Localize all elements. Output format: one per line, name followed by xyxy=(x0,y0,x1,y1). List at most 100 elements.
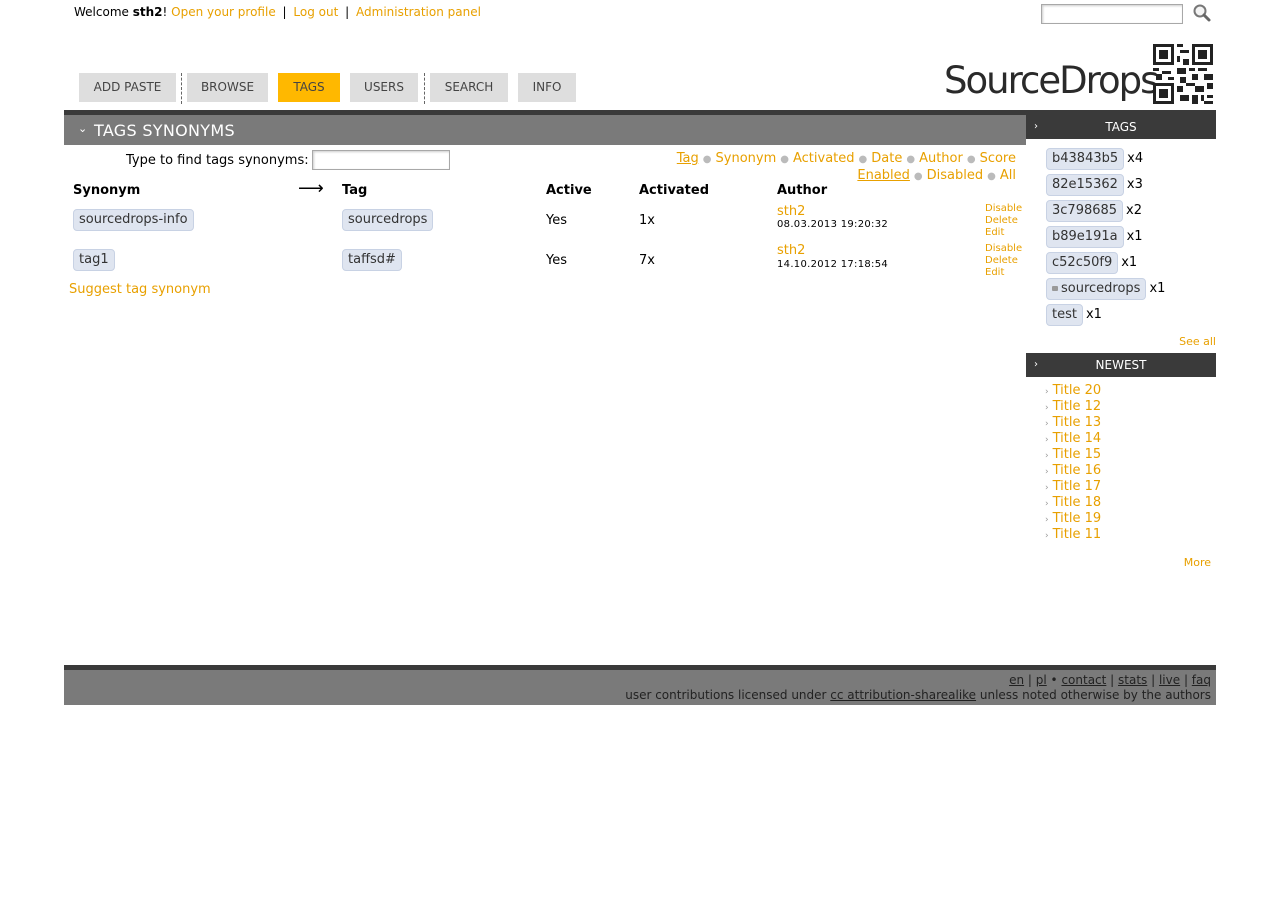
disable-link[interactable]: Disable xyxy=(985,243,1022,255)
sidebar-tag[interactable]: test xyxy=(1046,304,1083,326)
row-actions: Disable Delete Edit xyxy=(985,243,1022,279)
welcome-text: Welcome xyxy=(74,5,133,19)
sidebar-tag-item: b43843b5 x4 xyxy=(1046,148,1143,170)
search-input[interactable] xyxy=(1041,4,1183,24)
sort-date-link[interactable]: Date xyxy=(871,151,902,166)
synonym-tag[interactable]: tag1 xyxy=(73,249,115,271)
filter-enabled-link[interactable]: Enabled xyxy=(857,168,910,183)
newest-link[interactable]: Title 19 xyxy=(1053,511,1102,526)
bullet-separator: ● xyxy=(966,154,976,165)
chevron-down-icon[interactable]: ⌄ xyxy=(78,122,87,135)
tag-count: x2 xyxy=(1126,203,1143,218)
sort-tag-link[interactable]: Tag xyxy=(677,151,699,166)
faq-link[interactable]: faq xyxy=(1192,673,1211,687)
license-prefix: user contributions licensed under xyxy=(625,688,831,702)
list-item: › Title 13 xyxy=(1045,415,1101,431)
sidebar-tag[interactable]: b43843b5 xyxy=(1046,148,1125,170)
nav-divider xyxy=(181,73,182,104)
separator: | xyxy=(282,5,287,19)
sidebar-tag-item: 3c798685 x2 xyxy=(1046,200,1142,222)
filter-all-link[interactable]: All xyxy=(1000,168,1016,183)
search-button[interactable] xyxy=(1192,3,1212,23)
newest-link[interactable]: Title 18 xyxy=(1053,495,1102,510)
user-bar: Welcome sth2! Open your profile | Log ou… xyxy=(74,5,481,19)
tab-browse[interactable]: BROWSE xyxy=(187,73,268,102)
bullet-separator: ● xyxy=(702,154,712,165)
more-newest-link[interactable]: More xyxy=(1184,556,1211,569)
list-item: › Title 16 xyxy=(1045,463,1101,479)
edit-link[interactable]: Edit xyxy=(985,227,1022,239)
sort-score-link[interactable]: Score xyxy=(980,151,1016,166)
tag-count: x4 xyxy=(1127,151,1144,166)
list-item: › Title 14 xyxy=(1045,431,1101,447)
list-item: › Title 17 xyxy=(1045,479,1101,495)
live-link[interactable]: live xyxy=(1159,673,1180,687)
lang-en-link[interactable]: en xyxy=(1009,673,1024,687)
sidebar-tag[interactable]: b89e191a xyxy=(1046,226,1124,248)
open-profile-link[interactable]: Open your profile xyxy=(171,5,276,19)
list-item: › Title 12 xyxy=(1045,399,1101,415)
logout-link[interactable]: Log out xyxy=(293,5,338,19)
tab-tags[interactable]: TAGS xyxy=(278,73,340,102)
column-header-active: Active xyxy=(546,183,592,198)
tab-add-paste[interactable]: ADD PASTE xyxy=(79,73,176,102)
username: sth2 xyxy=(132,5,163,19)
bullet-separator: ● xyxy=(858,154,868,165)
sidebar-tag[interactable]: 82e15362 xyxy=(1046,174,1124,196)
sort-author-link[interactable]: Author xyxy=(919,151,963,166)
column-header-activated: Activated xyxy=(639,183,710,198)
edit-link[interactable]: Edit xyxy=(985,267,1022,279)
newest-link[interactable]: Title 20 xyxy=(1053,383,1102,398)
site-logo[interactable]: SourceDrops xyxy=(944,58,1159,104)
tag-count: x1 xyxy=(1149,281,1166,296)
delete-link[interactable]: Delete xyxy=(985,255,1022,267)
tab-users[interactable]: USERS xyxy=(350,73,418,102)
chevron-right-icon: › xyxy=(1045,419,1049,429)
newest-link[interactable]: Title 14 xyxy=(1053,431,1102,446)
newest-link[interactable]: Title 11 xyxy=(1053,527,1102,542)
synonym-tag[interactable]: sourcedrops-info xyxy=(73,209,194,231)
contact-link[interactable]: contact xyxy=(1061,673,1106,687)
stats-link[interactable]: stats xyxy=(1118,673,1147,687)
sidebar-tags-title: TAGS xyxy=(1105,120,1137,134)
find-synonyms-input[interactable] xyxy=(312,150,450,170)
target-tag[interactable]: taffsd# xyxy=(342,249,402,271)
chevron-right-icon[interactable]: › xyxy=(1034,353,1038,377)
admin-panel-link[interactable]: Administration panel xyxy=(356,5,481,19)
newest-link[interactable]: Title 12 xyxy=(1053,399,1102,414)
newest-link[interactable]: Title 13 xyxy=(1053,415,1102,430)
chevron-right-icon[interactable]: › xyxy=(1034,115,1038,139)
sidebar-newest-header: › NEWEST xyxy=(1026,353,1216,377)
sort-synonym-link[interactable]: Synonym xyxy=(716,151,777,166)
license-link[interactable]: cc attribution-sharealike xyxy=(830,688,976,702)
author-link[interactable]: sth2 xyxy=(777,243,805,258)
author-link[interactable]: sth2 xyxy=(777,204,805,219)
activated-value: 7x xyxy=(639,253,655,268)
delete-link[interactable]: Delete xyxy=(985,215,1022,227)
qr-code-icon xyxy=(1153,44,1213,104)
chevron-right-icon: › xyxy=(1045,467,1049,477)
sidebar-tag[interactable]: sourcedrops xyxy=(1046,278,1147,300)
filter-disabled-link[interactable]: Disabled xyxy=(927,168,983,183)
lang-pl-link[interactable]: pl xyxy=(1036,673,1047,687)
lock-icon xyxy=(1052,286,1058,291)
suggest-tag-synonym-link[interactable]: Suggest tag synonym xyxy=(69,282,211,297)
sidebar-tag-item: b89e191a x1 xyxy=(1046,226,1143,248)
tab-info[interactable]: INFO xyxy=(518,73,576,102)
activated-value: 1x xyxy=(639,213,655,228)
sort-activated-link[interactable]: Activated xyxy=(793,151,855,166)
active-value: Yes xyxy=(546,213,567,228)
target-tag[interactable]: sourcedrops xyxy=(342,209,434,231)
list-item: › Title 11 xyxy=(1045,527,1101,543)
newest-link[interactable]: Title 15 xyxy=(1053,447,1102,462)
see-all-tags-link[interactable]: See all xyxy=(1179,335,1216,348)
newest-link[interactable]: Title 16 xyxy=(1053,463,1102,478)
tab-search[interactable]: SEARCH xyxy=(430,73,508,102)
nav-divider xyxy=(424,73,425,104)
sidebar-tag[interactable]: c52c50f9 xyxy=(1046,252,1119,274)
disable-link[interactable]: Disable xyxy=(985,203,1022,215)
sidebar-tag-item: c52c50f9 x1 xyxy=(1046,252,1137,274)
chevron-right-icon: › xyxy=(1045,387,1049,397)
sidebar-tag[interactable]: 3c798685 xyxy=(1046,200,1124,222)
newest-link[interactable]: Title 17 xyxy=(1053,479,1102,494)
